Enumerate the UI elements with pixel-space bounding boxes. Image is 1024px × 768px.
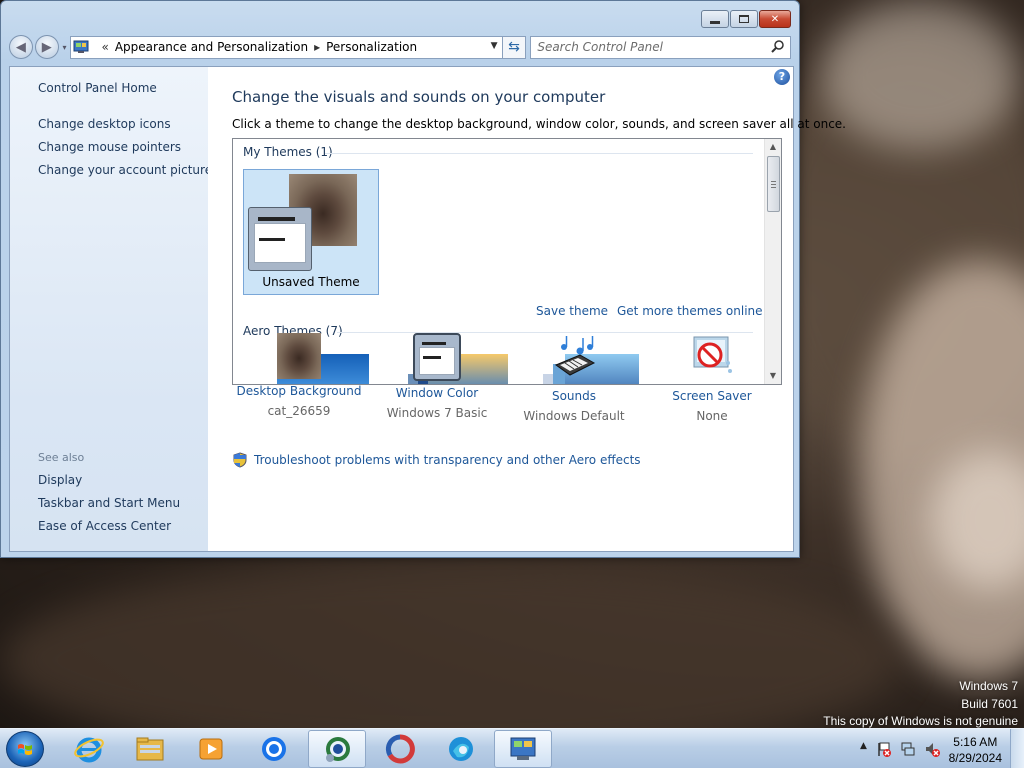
desktop-background-setting[interactable]: Desktop Background cat_26659 [224, 333, 374, 418]
left-navigation-pane: Control Panel Home Change desktop icons … [10, 67, 212, 551]
maximize-button[interactable] [730, 10, 758, 28]
window-color-value: Windows 7 Basic [386, 406, 488, 420]
back-button[interactable]: ◀ [9, 35, 33, 59]
control-panel-icon [510, 737, 536, 760]
screen-saver-setting[interactable]: Screen Saver None [637, 333, 787, 423]
control-panel-home-link[interactable]: Control Panel Home [38, 81, 157, 95]
recent-pages-dropdown[interactable]: ▾ [59, 43, 71, 52]
taskbar-edge-legacy[interactable] [308, 730, 366, 768]
screen-saver-icon [693, 336, 732, 373]
app-ring-icon [385, 734, 415, 764]
taskbar-edge[interactable] [432, 730, 490, 768]
clock-date: 8/29/2024 [948, 751, 1002, 765]
taskbar-media-player[interactable] [182, 730, 240, 768]
window-color-icon [413, 333, 461, 381]
scrollbar-thumb[interactable] [767, 156, 780, 212]
chrome-icon [262, 737, 286, 761]
window-controls: ✕ [701, 10, 791, 28]
taskbar-start-menu-link[interactable]: Taskbar and Start Menu [38, 496, 180, 510]
content-area: Control Panel Home Change desktop icons … [9, 66, 846, 552]
display-link[interactable]: Display [38, 473, 82, 487]
ease-of-access-link[interactable]: Ease of Access Center [38, 519, 171, 533]
breadcrumb-separator-icon[interactable]: ▸ [314, 40, 320, 54]
change-account-picture-link[interactable]: Change your account picture [38, 163, 212, 177]
sounds-setting[interactable]: Sounds Windows Default [499, 333, 649, 423]
volume-muted-icon[interactable] [924, 741, 940, 757]
breadcrumb-personalization[interactable]: Personalization [326, 40, 417, 54]
page-title: Change the visuals and sounds on your co… [232, 88, 606, 106]
troubleshoot-row: Troubleshoot problems with transparency … [232, 452, 641, 468]
save-theme-link[interactable]: Save theme [536, 304, 608, 318]
address-bar[interactable]: « Appearance and Personalization ▸ Perso… [70, 35, 503, 59]
see-also-heading: See also [38, 451, 85, 464]
network-icon[interactable] [900, 741, 916, 757]
navigation-bar: ◀ ▶ ▾ « Appearance and Personalization ▸… [9, 34, 791, 60]
show-hidden-icons-button[interactable]: ▲ [860, 741, 876, 757]
forward-arrow-icon: ▶ [41, 39, 52, 55]
watermark-line-build: Build 7601 [961, 696, 1018, 711]
taskbar-control-panel[interactable] [494, 730, 552, 768]
forward-button[interactable]: ▶ [34, 35, 59, 59]
desktop-background-link[interactable]: Desktop Background [224, 384, 374, 398]
desktop-background-icon [277, 333, 321, 379]
refresh-icon: ⇆ [508, 39, 520, 55]
taskbar-file-explorer[interactable] [121, 730, 179, 768]
minimize-button[interactable] [701, 10, 729, 28]
window-color-setting[interactable]: Window Color Windows 7 Basic [362, 333, 512, 420]
windows-logo-icon [18, 744, 32, 755]
close-button[interactable]: ✕ [759, 10, 791, 28]
scroll-up-icon[interactable]: ▲ [765, 139, 781, 155]
back-arrow-icon: ◀ [15, 39, 26, 55]
window-color-link[interactable]: Window Color [362, 386, 512, 400]
taskbar-internet-explorer[interactable] [60, 730, 118, 768]
breadcrumb-appearance[interactable]: Appearance and Personalization [115, 40, 308, 54]
system-tray: ▲ 5:16 AM 8/29/2024 [834, 729, 1024, 768]
shield-icon [233, 452, 247, 468]
screen-saver-value: None [696, 409, 728, 423]
genuine-watermark: Windows 7 Build 7601 This copy of Window… [823, 678, 1018, 731]
minimize-icon [710, 20, 720, 24]
screen-saver-link[interactable]: Screen Saver [637, 389, 787, 403]
taskbar-app-ring[interactable] [371, 730, 429, 768]
action-center-flag-icon[interactable] [876, 741, 892, 757]
sounds-value: Windows Default [523, 409, 625, 423]
refresh-button[interactable]: ⇆ [502, 35, 527, 59]
group-divider [325, 153, 753, 154]
close-icon: ✕ [770, 13, 780, 25]
maximize-icon [739, 15, 749, 23]
sounds-icon [554, 336, 596, 376]
control-panel-icon [73, 40, 89, 53]
taskbar-chrome[interactable] [245, 730, 303, 768]
show-desktop-button[interactable] [1010, 729, 1024, 768]
get-more-themes-link[interactable]: Get more themes online [617, 304, 763, 318]
edge-icon [449, 737, 473, 761]
theme-window-color-thumbnail [248, 207, 312, 271]
media-player-icon [199, 738, 223, 760]
sounds-link[interactable]: Sounds [499, 389, 649, 403]
browser-globe-icon [326, 737, 350, 762]
taskbar: ▲ 5:16 AM 8/29/2024 [0, 728, 1024, 768]
troubleshoot-aero-link[interactable]: Troubleshoot problems with transparency … [254, 453, 641, 467]
breadcrumb-overflow[interactable]: « [101, 40, 108, 54]
help-icon[interactable]: ? [774, 69, 790, 85]
theme-tile-unsaved[interactable]: Unsaved Theme [243, 169, 379, 295]
clock[interactable]: 5:16 AM 8/29/2024 [949, 734, 1002, 766]
search-icon[interactable] [770, 39, 786, 55]
page-description: Click a theme to change the desktop back… [232, 117, 846, 131]
desktop-background-value: cat_26659 [267, 404, 331, 418]
start-button[interactable] [6, 731, 44, 767]
theme-tile-label: Unsaved Theme [262, 275, 360, 289]
address-dropdown-icon[interactable]: ▼ [491, 41, 498, 51]
clock-time: 5:16 AM [953, 735, 998, 749]
watermark-line-os: Windows 7 [959, 679, 1018, 693]
internet-explorer-icon [74, 737, 104, 763]
folder-icon [136, 737, 164, 761]
change-desktop-icons-link[interactable]: Change desktop icons [38, 117, 171, 131]
search-input[interactable] [537, 40, 758, 54]
search-box[interactable] [530, 35, 791, 59]
personalization-window: ✕ ◀ ▶ ▾ « Appearance and Personalization… [0, 0, 846, 558]
my-themes-header[interactable]: My Themes (1) [243, 145, 333, 159]
change-mouse-pointers-link[interactable]: Change mouse pointers [38, 140, 181, 154]
main-pane: ? Change the visuals and sounds on your … [208, 67, 846, 551]
